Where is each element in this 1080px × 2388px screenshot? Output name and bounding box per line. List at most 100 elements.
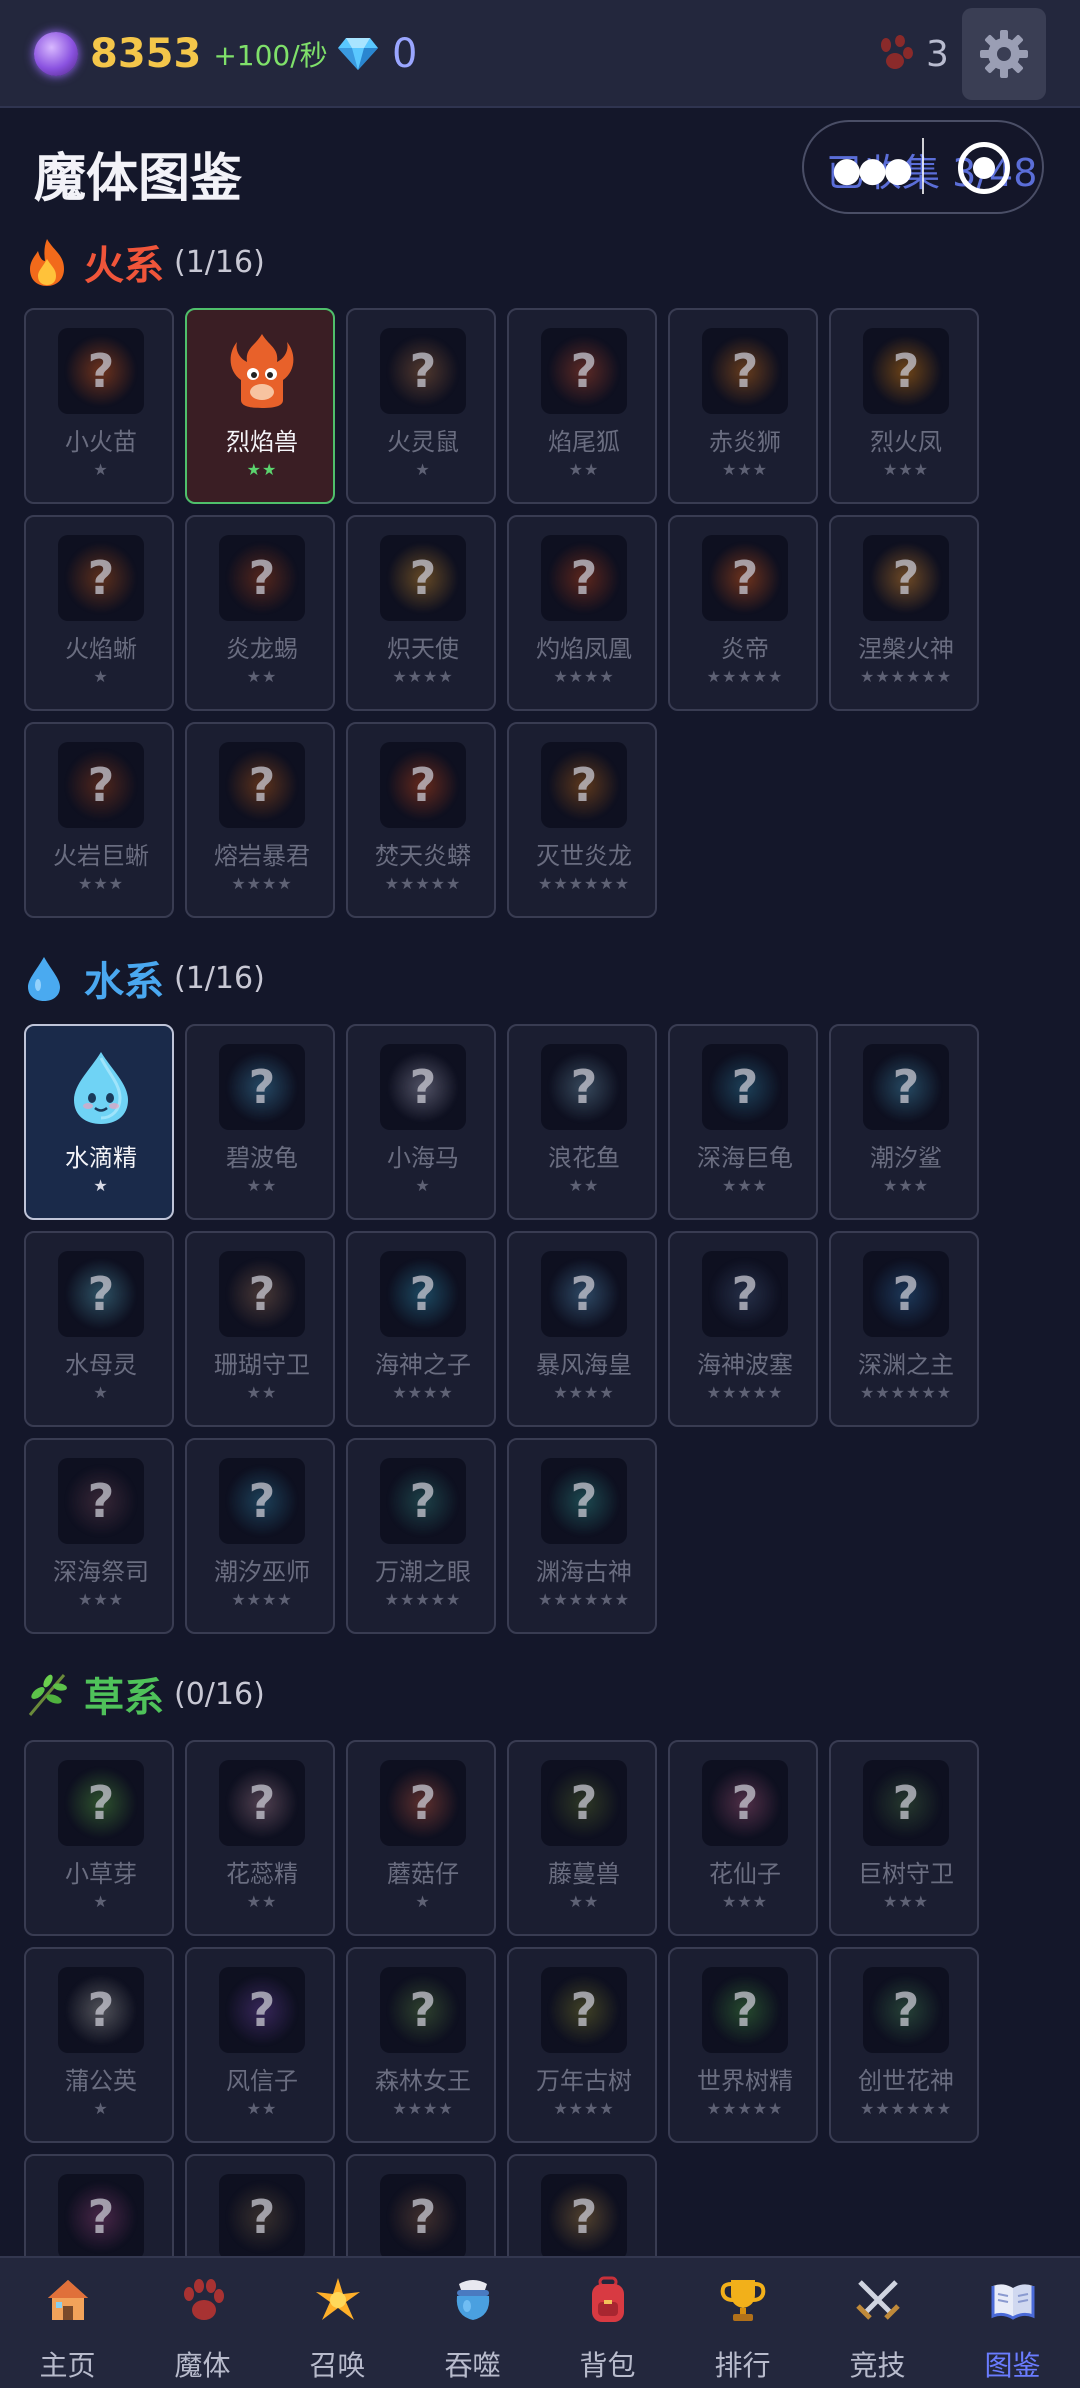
nav-item[interactable]: 竞技: [810, 2258, 945, 2388]
creature-card[interactable]: ? 藤蔓兽 ★★: [507, 1740, 657, 1936]
settings-button[interactable]: [962, 8, 1046, 100]
star-rating: ★★: [246, 2099, 278, 2118]
section-count: (1/16): [174, 960, 265, 996]
creature-card[interactable]: ? 火岩巨蜥 ★★★: [24, 722, 174, 918]
creature-card[interactable]: 水滴精 ★: [24, 1024, 174, 1220]
creature-card[interactable]: ? 花蕊精 ★★: [185, 1740, 335, 1936]
creature-card[interactable]: ? 炽天使 ★★★★: [346, 515, 496, 711]
creature-name: 烈焰兽: [226, 428, 298, 456]
nav-item[interactable]: 吞噬: [405, 2258, 540, 2388]
creature-name: 巨树守卫: [858, 1860, 954, 1888]
creature-name: 水滴精: [65, 1144, 137, 1172]
creature-card[interactable]: ? 万年古树 ★★★★: [507, 1947, 657, 2143]
question-mark-icon: ?: [409, 551, 437, 605]
creature-card[interactable]: 烈焰兽 ★★: [185, 308, 335, 504]
creature-card[interactable]: ? 蘑菇仔 ★: [346, 1740, 496, 1936]
more-options-icon[interactable]: ●●●: [832, 150, 913, 190]
question-mark-icon: ?: [248, 758, 276, 812]
creature-name: 万潮之眼: [375, 1558, 471, 1586]
star-rating: ★★★★★: [384, 874, 462, 893]
creature-card[interactable]: ? 焚天炎蟒 ★★★★★: [346, 722, 496, 918]
question-mark-icon: ?: [892, 1267, 920, 1321]
creature-card[interactable]: ? 烈火凤 ★★★: [829, 308, 979, 504]
creature-card[interactable]: ? 水母灵 ★: [24, 1231, 174, 1427]
creature-card[interactable]: ? 赤炎狮 ★★★: [668, 308, 818, 504]
nav-item[interactable]: 主页: [0, 2258, 135, 2388]
creature-card[interactable]: ? 炎龙蜴 ★★: [185, 515, 335, 711]
creature-name: 火岩巨蜥: [53, 842, 149, 870]
creature-name: 蒲公英: [65, 2067, 137, 2095]
creature-card[interactable]: ? 潮汐巫师 ★★★★: [185, 1438, 335, 1634]
nav-item[interactable]: 图鉴: [945, 2258, 1080, 2388]
question-mark-icon: ?: [892, 1060, 920, 1114]
creature-card[interactable]: ? 珊瑚守卫 ★★: [185, 1231, 335, 1427]
creature-card[interactable]: ? 海神波塞 ★★★★★: [668, 1231, 818, 1427]
star-rating: ★★★★: [231, 1590, 293, 1609]
creature-card[interactable]: ? 创世花神 ★★★★★★: [829, 1947, 979, 2143]
question-mark-icon: ?: [248, 1474, 276, 1528]
creature-card[interactable]: ? 花仙子 ★★★: [668, 1740, 818, 1936]
creature-card[interactable]: ? 巨树守卫 ★★★: [829, 1740, 979, 1936]
locked-creature-portrait: ?: [541, 535, 627, 621]
creature-card[interactable]: ? 灼焰凤凰 ★★★★: [507, 515, 657, 711]
creature-card[interactable]: ? 风信子 ★★: [185, 1947, 335, 2143]
creature-card[interactable]: ? 潮汐鲨 ★★★: [829, 1024, 979, 1220]
nav-item[interactable]: 召唤: [270, 2258, 405, 2388]
gem-value: 0: [392, 31, 418, 77]
creature-card[interactable]: ? 深渊之主 ★★★★★★: [829, 1231, 979, 1427]
creature-card[interactable]: ? 火焰蜥 ★: [24, 515, 174, 711]
star-rating: ★★★: [77, 1590, 125, 1609]
star-rating: ★★★★★: [706, 667, 784, 686]
creature-card[interactable]: ? 万潮之眼 ★★★★★: [346, 1438, 496, 1634]
question-mark-icon: ?: [409, 1267, 437, 1321]
creature-card[interactable]: ? 焰尾狐 ★★: [507, 308, 657, 504]
backpack-icon: [584, 2276, 632, 2324]
question-mark-icon: ?: [731, 1267, 759, 1321]
creature-card[interactable]: ? 世界树精 ★★★★★: [668, 1947, 818, 2143]
nav-item[interactable]: 魔体: [135, 2258, 270, 2388]
star-rating: ★★★: [882, 1892, 930, 1911]
star-rating: ★★★★: [231, 874, 293, 893]
creature-card[interactable]: ? 火灵鼠 ★: [346, 308, 496, 504]
creature-card[interactable]: ? 灭世炎龙 ★★★★★★: [507, 722, 657, 918]
creature-name: 小火苗: [65, 428, 137, 456]
orb-resource: 8353 +100/秒: [34, 26, 328, 82]
creature-card[interactable]: ? 小海马 ★: [346, 1024, 496, 1220]
locked-creature-portrait: ?: [219, 535, 305, 621]
creature-card[interactable]: ? 小草芽 ★: [24, 1740, 174, 1936]
question-mark-icon: ?: [87, 2190, 115, 2244]
star-rating: ★: [93, 1383, 109, 1402]
question-mark-icon: ?: [409, 1983, 437, 2037]
nav-item[interactable]: 排行: [675, 2258, 810, 2388]
question-mark-icon: ?: [570, 758, 598, 812]
creature-card[interactable]: ? 熔岩暴君 ★★★★: [185, 722, 335, 918]
creature-card[interactable]: ? 涅槃火神 ★★★★★★: [829, 515, 979, 711]
creature-card[interactable]: ? 炎帝 ★★★★★: [668, 515, 818, 711]
locked-creature-portrait: ?: [380, 1967, 466, 2053]
locked-creature-portrait: ?: [58, 2174, 144, 2260]
creature-card[interactable]: ? 蒲公英 ★: [24, 1947, 174, 2143]
creature-card[interactable]: ? 海神之子 ★★★★: [346, 1231, 496, 1427]
locked-creature-portrait: ?: [380, 535, 466, 621]
creature-card[interactable]: ? 森林女王 ★★★★: [346, 1947, 496, 2143]
question-mark-icon: ?: [731, 551, 759, 605]
locked-creature-portrait: ?: [541, 2174, 627, 2260]
creature-card[interactable]: ? 渊海古神 ★★★★★★: [507, 1438, 657, 1634]
creature-card[interactable]: ? 浪花鱼 ★★: [507, 1024, 657, 1220]
creature-card[interactable]: ? 碧波龟 ★★: [185, 1024, 335, 1220]
creature-card[interactable]: ? 深海巨龟 ★★★: [668, 1024, 818, 1220]
creature-name: 熔岩暴君: [214, 842, 310, 870]
creature-card[interactable]: ? 暴风海皇 ★★★★: [507, 1231, 657, 1427]
creature-card[interactable]: ? 深海祭司 ★★★: [24, 1438, 174, 1634]
star-rating: ★★★: [721, 1892, 769, 1911]
nav-item[interactable]: 背包: [540, 2258, 675, 2388]
star-rating: ★★★: [721, 1176, 769, 1195]
close-miniprogram-icon[interactable]: [958, 142, 1010, 194]
nav-label: 背包: [579, 2349, 636, 2382]
sparkle-icon: [314, 2276, 362, 2324]
nav-label: 排行: [714, 2349, 771, 2382]
nav-label: 竞技: [849, 2349, 906, 2382]
creature-card[interactable]: ? 小火苗 ★: [24, 308, 174, 504]
locked-creature-portrait: ?: [702, 1760, 788, 1846]
star-rating: ★★★: [721, 460, 769, 479]
